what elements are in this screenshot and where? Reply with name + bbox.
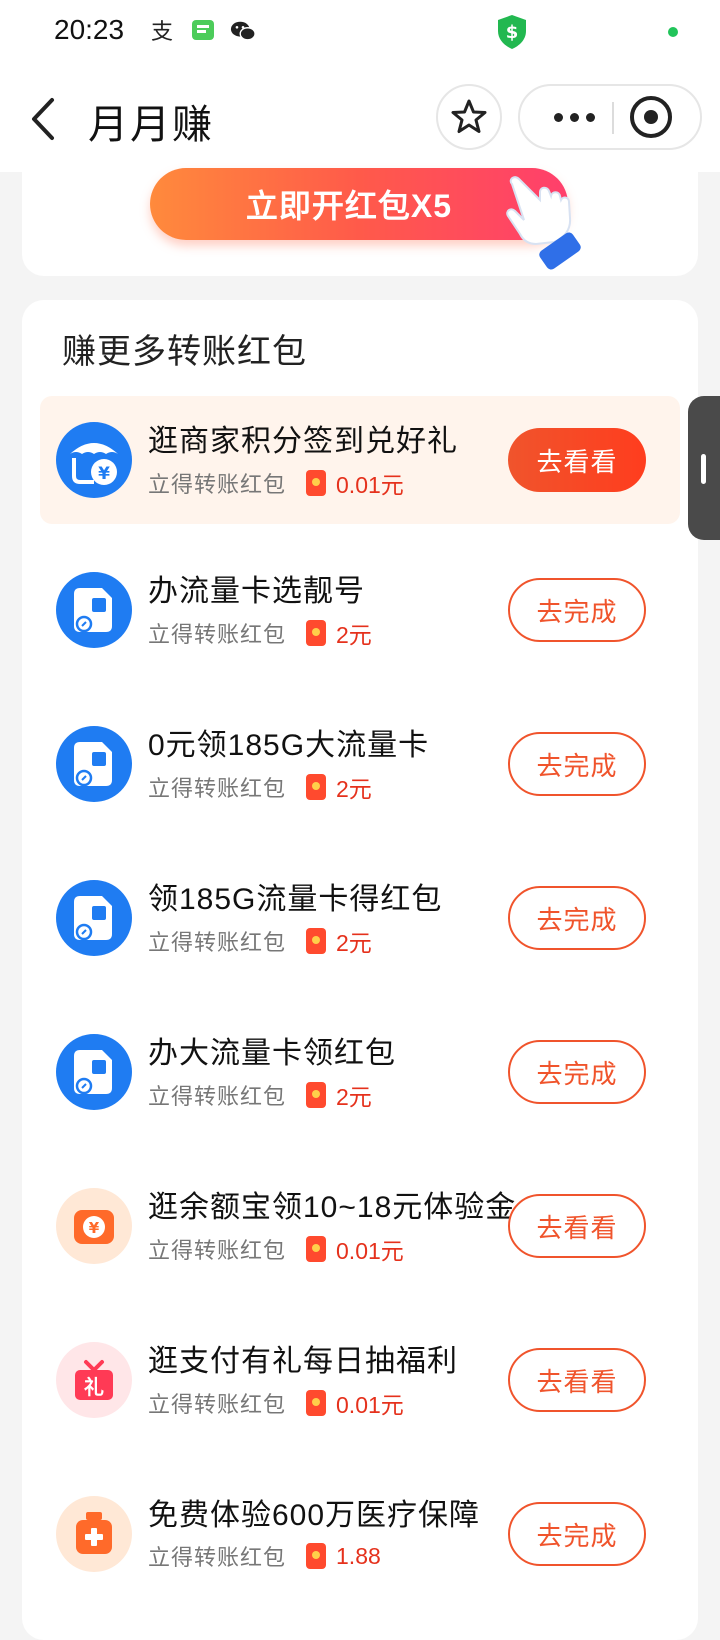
earn-more-card: 赚更多转账红包 ¥ 逛商家积分签到兑好礼 立得转账红包 0.01元 去看看 办流… bbox=[22, 300, 698, 1640]
back-arrow-icon[interactable] bbox=[24, 96, 64, 142]
gift-box-icon: 礼 bbox=[56, 1342, 132, 1418]
task-item[interactable]: 办流量卡选靓号 立得转账红包 2元 去完成 bbox=[40, 546, 680, 674]
task-action-button[interactable]: 去看看 bbox=[508, 428, 646, 492]
sim-card-icon bbox=[56, 880, 132, 956]
task-action-button[interactable]: 去完成 bbox=[508, 1502, 646, 1566]
svg-text:¥: ¥ bbox=[98, 464, 110, 484]
task-reward: 1.88 bbox=[336, 1542, 381, 1569]
task-action-button[interactable]: 去看看 bbox=[508, 1348, 646, 1412]
red-packet-icon bbox=[306, 1543, 327, 1569]
red-packet-icon bbox=[306, 470, 327, 496]
task-subtitle: 立得转账红包 0.01元 bbox=[148, 1386, 404, 1420]
more-icon[interactable] bbox=[542, 86, 606, 148]
task-item[interactable]: 领185G流量卡得红包 立得转账红包 2元 去完成 bbox=[40, 854, 680, 982]
task-sub-text: 立得转账红包 bbox=[148, 1392, 287, 1417]
svg-text:支: 支 bbox=[151, 20, 173, 43]
sim-card-icon bbox=[56, 726, 132, 802]
task-action-button[interactable]: 去看看 bbox=[508, 1194, 646, 1258]
svg-text:¥: ¥ bbox=[89, 1219, 100, 1237]
task-subtitle: 立得转账红包 2元 bbox=[148, 924, 372, 958]
capsule-divider bbox=[612, 102, 614, 134]
floating-side-handle[interactable] bbox=[688, 396, 720, 540]
red-packet-icon bbox=[306, 1236, 327, 1262]
task-item[interactable]: ¥ 逛商家积分签到兑好礼 立得转账红包 0.01元 去看看 bbox=[40, 396, 680, 524]
online-dot-icon bbox=[668, 27, 678, 37]
open-redpacket-label: 立即开红包X5 bbox=[245, 188, 453, 224]
red-packet-icon bbox=[306, 1082, 327, 1108]
message-icon bbox=[190, 18, 216, 44]
medical-kit-icon bbox=[56, 1496, 132, 1572]
task-sub-text: 立得转账红包 bbox=[148, 1238, 287, 1263]
task-title: 免费体验600万医疗保障 bbox=[148, 1499, 481, 1532]
task-reward: 2元 bbox=[336, 776, 372, 802]
task-title: 逛余额宝领10~18元体验金 bbox=[148, 1191, 517, 1224]
task-item[interactable]: ¥ 逛余额宝领10~18元体验金 立得转账红包 0.01元 去看看 bbox=[40, 1162, 680, 1290]
task-reward: 2元 bbox=[336, 622, 372, 648]
task-reward: 2元 bbox=[336, 1084, 372, 1110]
open-redpacket-card: 立即开红包X5 bbox=[22, 162, 698, 276]
task-title: 逛支付有礼每日抽福利 bbox=[148, 1345, 458, 1378]
target-icon[interactable] bbox=[630, 96, 672, 138]
page-title: 月月赚 bbox=[88, 103, 214, 147]
shield-dollar-icon: $ bbox=[496, 14, 528, 55]
task-subtitle: 立得转账红包 1.88 bbox=[148, 1540, 381, 1572]
yuebao-icon: ¥ bbox=[56, 1188, 132, 1264]
task-reward: 2元 bbox=[336, 930, 372, 956]
task-action-button[interactable]: 去完成 bbox=[508, 578, 646, 642]
task-item[interactable]: 免费体验600万医疗保障 立得转账红包 1.88 去完成 bbox=[40, 1470, 680, 1598]
star-icon bbox=[451, 99, 487, 133]
task-subtitle: 立得转账红包 0.01元 bbox=[148, 1232, 404, 1266]
pointing-hand-icon bbox=[494, 172, 604, 272]
task-sub-text: 立得转账红包 bbox=[148, 472, 287, 497]
task-title: 办流量卡选靓号 bbox=[148, 575, 365, 608]
task-title: 逛商家积分签到兑好礼 bbox=[148, 425, 458, 458]
svg-text:$: $ bbox=[506, 22, 519, 43]
status-time: 20:23 bbox=[54, 14, 125, 45]
task-reward: 0.01元 bbox=[336, 472, 404, 498]
task-subtitle: 立得转账红包 2元 bbox=[148, 770, 372, 804]
status-bar: 20:23 支 $ bbox=[0, 0, 720, 66]
task-sub-text: 立得转账红包 bbox=[148, 1545, 287, 1570]
task-item[interactable]: 0元领185G大流量卡 立得转账红包 2元 去完成 bbox=[40, 700, 680, 828]
sim-card-icon bbox=[56, 1034, 132, 1110]
task-action-button[interactable]: 去完成 bbox=[508, 1040, 646, 1104]
alipay-icon: 支 bbox=[150, 18, 176, 44]
task-title: 0元领185G大流量卡 bbox=[148, 729, 430, 762]
red-packet-icon bbox=[306, 774, 327, 800]
task-reward: 0.01元 bbox=[336, 1238, 404, 1264]
task-title: 领185G流量卡得红包 bbox=[148, 883, 443, 916]
task-sub-text: 立得转账红包 bbox=[148, 930, 287, 955]
task-subtitle: 立得转账红包 2元 bbox=[148, 616, 372, 650]
task-subtitle: 立得转账红包 2元 bbox=[148, 1078, 372, 1112]
task-item[interactable]: 礼 逛支付有礼每日抽福利 立得转账红包 0.01元 去看看 bbox=[40, 1316, 680, 1444]
svg-text:礼: 礼 bbox=[84, 1375, 104, 1399]
task-item[interactable]: 办大流量卡领红包 立得转账红包 2元 去完成 bbox=[40, 1008, 680, 1136]
red-packet-icon bbox=[306, 928, 327, 954]
task-title: 办大流量卡领红包 bbox=[148, 1037, 396, 1070]
section-title: 赚更多转账红包 bbox=[62, 333, 307, 371]
star-button[interactable] bbox=[436, 84, 502, 150]
task-action-button[interactable]: 去完成 bbox=[508, 886, 646, 950]
task-sub-text: 立得转账红包 bbox=[148, 622, 287, 647]
task-reward: 0.01元 bbox=[336, 1392, 404, 1418]
merchant-shop-icon: ¥ bbox=[56, 422, 132, 498]
sim-card-icon bbox=[56, 572, 132, 648]
task-subtitle: 立得转账红包 0.01元 bbox=[148, 466, 404, 500]
nav-bar: 月月赚 bbox=[0, 66, 720, 172]
red-packet-icon bbox=[306, 1390, 327, 1416]
red-packet-icon bbox=[306, 620, 327, 646]
task-action-button[interactable]: 去完成 bbox=[508, 732, 646, 796]
wechat-icon bbox=[230, 18, 256, 44]
mini-app-capsule bbox=[518, 84, 702, 150]
task-sub-text: 立得转账红包 bbox=[148, 1084, 287, 1109]
task-sub-text: 立得转账红包 bbox=[148, 776, 287, 801]
